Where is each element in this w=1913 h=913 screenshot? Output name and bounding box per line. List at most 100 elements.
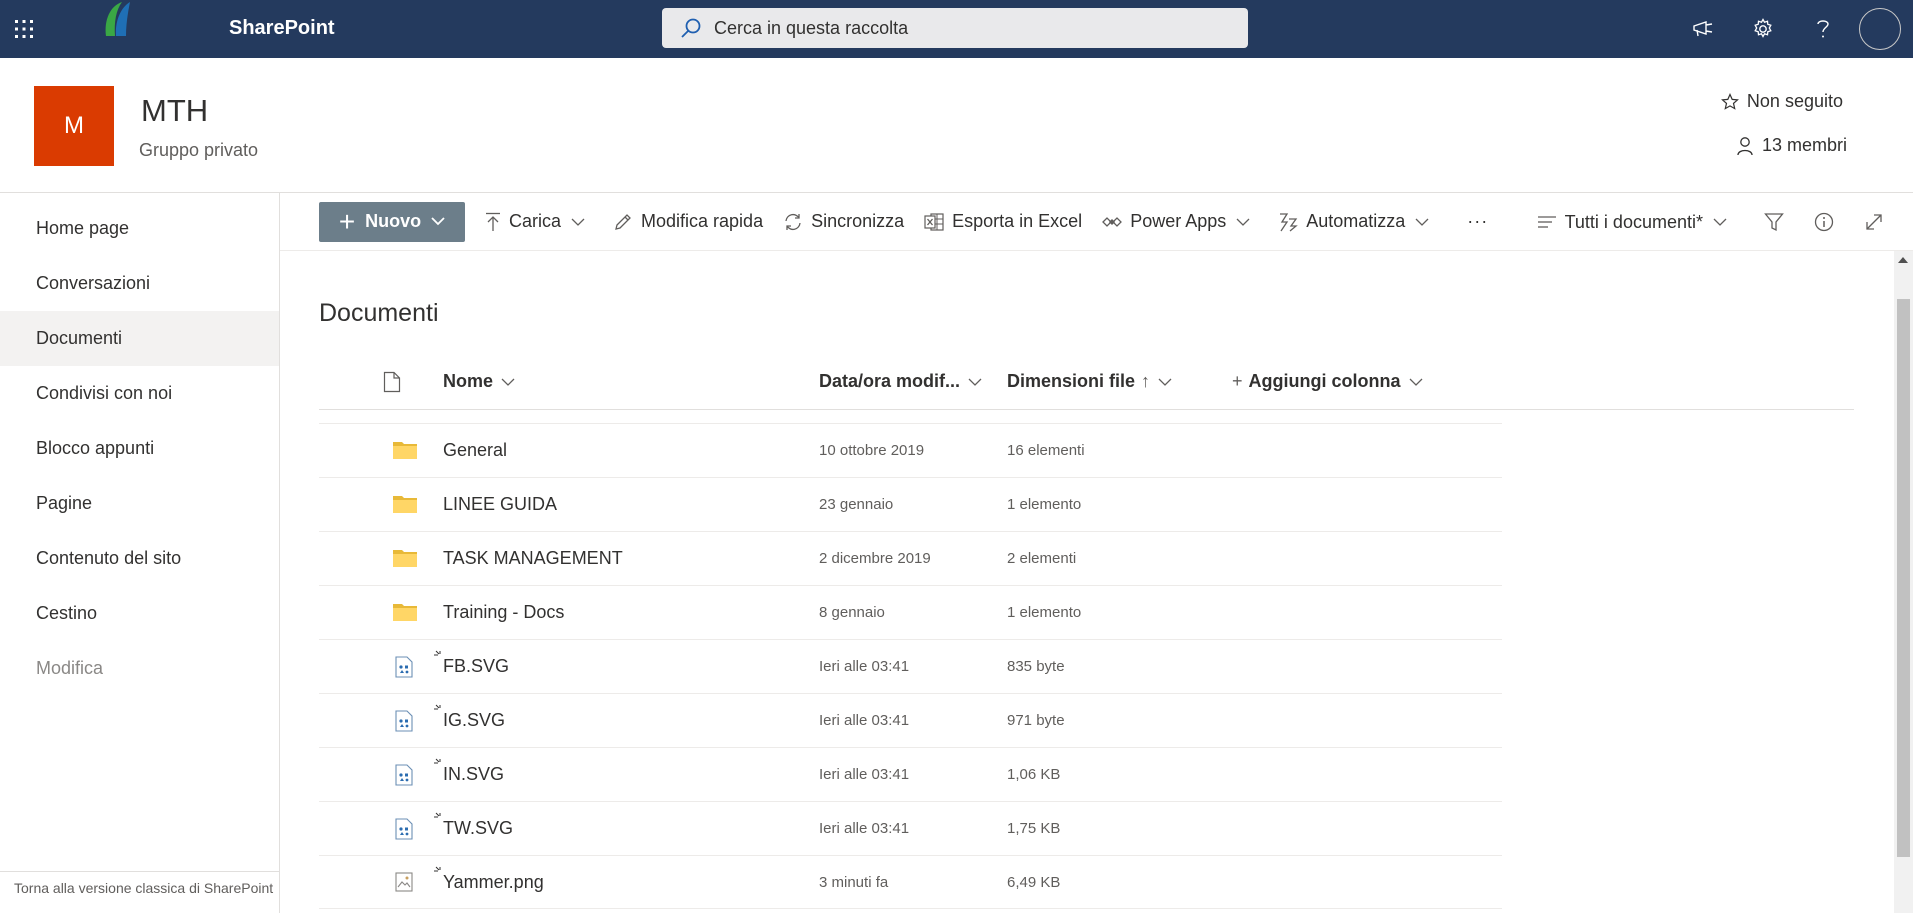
left-navigation: Home page Conversazioni Documenti Condiv… [0,193,280,913]
follow-button[interactable]: Non seguito [1720,91,1843,112]
new-item-indicator-icon [433,812,443,822]
nav-edit-link[interactable]: Modifica [0,641,279,696]
suite-bar: SharePoint [0,0,1913,58]
classic-view-link[interactable]: Torna alla versione classica di SharePoi… [0,871,279,913]
add-column-button[interactable]: + Aggiungi colonna [1232,353,1423,410]
new-button[interactable]: + Nuovo [319,201,465,242]
flow-icon [1278,212,1306,232]
table-row[interactable]: IN.SVG Ieri alle 03:41 1,06 KB [319,747,1502,801]
power-apps-button[interactable]: Power Apps [1102,211,1258,232]
nav-item-shared-with-us[interactable]: Condivisi con noi [0,366,279,421]
more-actions-button[interactable]: ··· [1467,211,1488,232]
new-item-indicator-icon [433,704,443,714]
file-size: 1 elemento [1007,496,1082,513]
info-icon[interactable] [1799,193,1849,251]
help-icon[interactable] [1793,0,1853,58]
nav-item-notebook[interactable]: Blocco appunti [0,421,279,476]
chevron-down-icon [1150,378,1172,386]
members-label: 13 membri [1761,135,1847,155]
file-name[interactable]: TW.SVG [443,818,513,839]
modified-date: 10 ottobre 2019 [819,442,925,459]
filter-icon[interactable] [1749,193,1799,251]
nav-item-documents[interactable]: Documenti [0,311,279,366]
file-type-column-icon[interactable] [375,353,401,410]
column-header-name[interactable]: Nome [443,353,515,410]
feedback-megaphone-icon[interactable] [1673,0,1733,58]
nav-item-home[interactable]: Home page [0,201,279,256]
sync-button[interactable]: Sincronizza [783,211,904,232]
image-file-icon [395,872,413,892]
settings-gear-icon[interactable] [1733,0,1793,58]
export-label: Esporta in Excel [952,211,1083,231]
table-row[interactable]: LINEE GUIDA 23 gennaio 1 elemento [319,477,1502,531]
table-row[interactable]: Training - Docs 8 gennaio 1 elemento [319,585,1502,639]
file-size: 16 elementi [1007,442,1085,459]
organization-logo[interactable] [100,0,136,40]
upload-label: Carica [509,211,562,231]
nav-item-site-contents[interactable]: Contenuto del sito [0,531,279,586]
search-box[interactable] [662,8,1248,48]
site-logo[interactable]: M [34,86,114,166]
search-input[interactable] [714,17,1194,39]
table-row[interactable]: TASK MANAGEMENT 2 dicembre 2019 2 elemen… [319,531,1502,585]
export-excel-button[interactable]: Esporta in Excel [924,211,1082,232]
account-avatar[interactable] [1853,0,1913,58]
nav-item-conversations[interactable]: Conversazioni [0,256,279,311]
document-library: Documenti Nome Data/ora modif... Dimensi… [280,251,1894,913]
modified-date: Ieri alle 03:41 [819,820,910,837]
scrollbar-thumb[interactable] [1897,299,1910,857]
file-size: 1,75 KB [1007,820,1061,837]
vertical-scrollbar[interactable] [1894,251,1913,913]
members-button[interactable]: 13 membri [1736,135,1847,156]
file-name[interactable]: IG.SVG [443,710,505,731]
site-title[interactable]: MTH [141,93,208,129]
table-row[interactable]: IG.SVG Ieri alle 03:41 971 byte [319,693,1502,747]
file-name[interactable]: Yammer.png [443,872,544,893]
modified-date: Ieri alle 03:41 [819,712,910,729]
follow-label: Non seguito [1746,91,1843,111]
app-name[interactable]: SharePoint [229,17,335,40]
chevron-down-icon [1415,218,1437,226]
svg-file-icon [395,710,413,732]
column-header-modified[interactable]: Data/ora modif... [819,353,982,410]
view-selector[interactable]: Tutti i documenti* [1537,212,1735,233]
upload-button[interactable]: Carica [485,211,593,232]
chevron-down-icon [421,217,445,226]
table-row[interactable]: General 10 ottobre 2019 16 elementi [319,423,1502,477]
sync-icon [783,212,811,232]
file-name[interactable]: IN.SVG [443,764,504,785]
file-size: 835 byte [1007,658,1065,675]
modified-date: 8 gennaio [819,604,885,621]
new-button-label: Nuovo [365,211,422,231]
table-row[interactable]: Yammer.png 3 minuti fa 6,49 KB [319,855,1502,909]
command-bar-right: Tutti i documenti* [1537,193,1913,251]
svg-file-icon [395,764,413,786]
file-size: 1,06 KB [1007,766,1061,783]
file-list: General 10 ottobre 2019 16 elementi LINE… [319,423,1502,909]
file-name[interactable]: LINEE GUIDA [443,494,557,515]
file-name[interactable]: Training - Docs [443,602,564,623]
modified-date: 23 gennaio [819,496,894,513]
file-name[interactable]: General [443,440,507,461]
column-header-file-size[interactable]: Dimensioni file ↑ [1007,353,1172,410]
folder-icon [393,548,417,568]
add-column-label: Aggiungi colonna [1248,371,1401,391]
modified-date: Ieri alle 03:41 [819,658,910,675]
nav-item-pages[interactable]: Pagine [0,476,279,531]
folder-icon [393,602,417,622]
quick-edit-button[interactable]: Modifica rapida [613,211,763,232]
excel-icon [924,212,952,232]
app-launcher-icon[interactable] [10,15,38,43]
automate-button[interactable]: Automatizza [1278,211,1437,232]
chevron-down-icon [1401,378,1423,386]
scroll-up-arrow-icon[interactable] [1898,257,1908,263]
chevron-down-icon [960,378,982,386]
nav-item-recycle-bin[interactable]: Cestino [0,586,279,641]
fullscreen-icon[interactable] [1849,193,1899,251]
table-row[interactable]: FB.SVG Ieri alle 03:41 835 byte [319,639,1502,693]
modified-date: Ieri alle 03:41 [819,766,910,783]
file-name[interactable]: FB.SVG [443,656,509,677]
table-row[interactable]: TW.SVG Ieri alle 03:41 1,75 KB [319,801,1502,855]
chevron-down-icon [493,378,515,386]
file-name[interactable]: TASK MANAGEMENT [443,548,623,569]
